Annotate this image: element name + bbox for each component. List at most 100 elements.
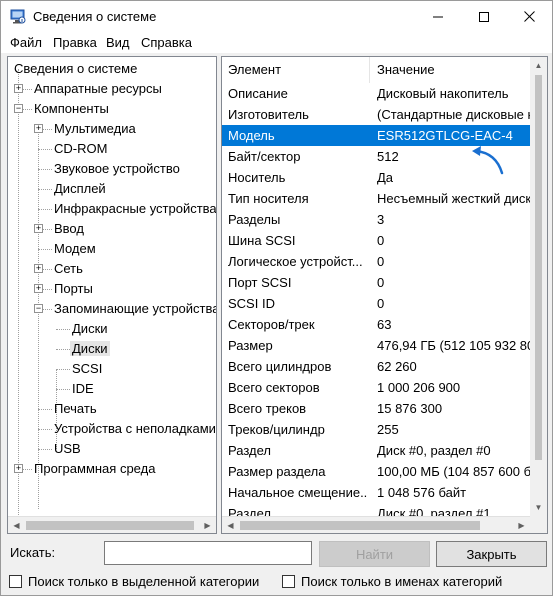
expand-icon[interactable]: +	[14, 464, 23, 473]
maximize-icon	[479, 11, 489, 22]
tree-item-label: Порты	[54, 281, 93, 296]
detail-value: 0	[377, 233, 385, 248]
detail-element: Раздел	[228, 443, 271, 458]
tree-item-label: Сеть	[54, 261, 83, 276]
column-divider[interactable]	[369, 57, 370, 83]
checkbox-icon[interactable]	[9, 574, 22, 588]
detail-row[interactable]: Всего цилиндров 62 260	[222, 356, 532, 377]
tree-item[interactable]: Модем	[52, 239, 98, 259]
tree-item-label: Программная среда	[34, 461, 156, 476]
detail-row[interactable]: Всего секторов 1 000 206 900	[222, 377, 532, 398]
tree-item[interactable]: Диски	[70, 339, 110, 359]
detail-row[interactable]: Логическое устройст... 0	[222, 251, 532, 272]
tree-item[interactable]: Аппаратные ресурсы	[32, 79, 164, 99]
details-horizontal-scrollbar[interactable]: ◀ ▶	[222, 516, 530, 533]
tree-item[interactable]: Диски	[70, 319, 110, 339]
tree-connector	[18, 69, 19, 527]
expand-icon[interactable]: +	[14, 84, 23, 93]
close-window-button[interactable]	[506, 1, 552, 32]
scroll-left-icon[interactable]: ◀	[8, 517, 25, 533]
detail-row[interactable]: Всего треков 15 876 300	[222, 398, 532, 419]
details-vertical-scrollbar[interactable]: ▲ ▼	[530, 57, 547, 516]
detail-value: 0	[377, 296, 385, 311]
detail-element: Порт SCSI	[228, 275, 292, 290]
tree-item[interactable]: Звуковое устройство	[52, 159, 182, 179]
detail-row[interactable]: Секторов/трек 63	[222, 314, 532, 335]
scroll-down-icon[interactable]: ▼	[530, 499, 547, 516]
tree-item[interactable]: Устройства с неполадками	[52, 419, 216, 439]
tree-item[interactable]: Компоненты	[32, 99, 111, 119]
expand-icon[interactable]: +	[34, 224, 43, 233]
detail-value: Дисковый накопитель	[377, 86, 509, 101]
detail-row[interactable]: Модель ESR512GTLCG-EAC-4	[222, 125, 532, 146]
tree-item[interactable]: Сведения о системе	[12, 59, 139, 79]
scroll-right-icon[interactable]: ▶	[513, 517, 530, 533]
tree-item[interactable]: Печать	[52, 399, 99, 419]
tree-item[interactable]: IDE	[70, 379, 96, 399]
search-category-names-checkbox[interactable]: Поиск только в именах категорий	[282, 573, 502, 589]
checkbox-icon[interactable]	[282, 574, 295, 588]
tree-item[interactable]: Ввод	[52, 219, 86, 239]
menu-help[interactable]: Справка	[141, 35, 192, 50]
detail-row[interactable]: Описание Дисковый накопитель	[222, 83, 532, 104]
expand-icon[interactable]: +	[34, 264, 43, 273]
scroll-up-icon[interactable]: ▲	[530, 57, 547, 74]
detail-value: Да	[377, 170, 394, 185]
menu-edit[interactable]: Правка	[53, 35, 97, 50]
details-scroll-thumb[interactable]	[535, 75, 542, 460]
details-list[interactable]: Элемент Значение Описание Дисковый накопи…	[221, 56, 548, 534]
menu-file[interactable]: Файл	[10, 35, 42, 50]
tree-item[interactable]: Сеть	[52, 259, 85, 279]
tree-item[interactable]: Порты	[52, 279, 95, 299]
detail-row[interactable]: Размер раздела 100,00 МБ (104 857 600 б	[222, 461, 532, 482]
tree-item[interactable]: USB	[52, 439, 83, 459]
detail-value: 0	[377, 254, 385, 269]
minimize-button[interactable]	[415, 1, 461, 32]
collapse-icon[interactable]: −	[34, 304, 43, 313]
detail-row[interactable]: Тип носителя Несъемный жесткий диск	[222, 188, 532, 209]
menu-view[interactable]: Вид	[106, 35, 130, 50]
category-tree[interactable]: Сведения о системе Аппаратные ресурсы + Ком…	[7, 56, 217, 534]
detail-row[interactable]: Начальное смещение... 1 048 576 байт	[222, 482, 532, 503]
column-header-value[interactable]: Значение	[371, 57, 531, 83]
detail-row[interactable]: Порт SCSI 0	[222, 272, 532, 293]
close-button[interactable]: Закрыть	[436, 541, 547, 567]
expand-icon[interactable]: +	[34, 124, 43, 133]
tree-item[interactable]: SCSI	[70, 359, 104, 379]
scroll-right-icon[interactable]: ▶	[199, 517, 216, 533]
tree-connector	[56, 369, 70, 370]
detail-row[interactable]: Размер 476,94 ГБ (512 105 932 80	[222, 335, 532, 356]
tree-connector	[38, 189, 52, 190]
search-selected-category-checkbox[interactable]: Поиск только в выделенной категории	[9, 573, 259, 589]
tree-item[interactable]: Запоминающие устройства	[52, 299, 216, 319]
expand-icon[interactable]: +	[34, 284, 43, 293]
detail-row[interactable]: Треков/цилиндр 255	[222, 419, 532, 440]
detail-value: 15 876 300	[377, 401, 443, 416]
detail-value: Диск #0, раздел #0	[377, 443, 491, 458]
find-button[interactable]: Найти	[319, 541, 430, 567]
tree-item[interactable]: CD-ROM	[52, 139, 109, 159]
search-input[interactable]	[104, 541, 312, 565]
collapse-icon[interactable]: −	[14, 104, 23, 113]
tree-item[interactable]: Дисплей	[52, 179, 108, 199]
detail-element: Треков/цилиндр	[228, 422, 325, 437]
search-label: Искать:	[10, 545, 56, 560]
tree-item[interactable]: Программная среда	[32, 459, 157, 479]
maximize-button[interactable]	[461, 1, 507, 32]
column-header-element[interactable]: Элемент	[222, 57, 369, 83]
details-hscroll-thumb[interactable]	[240, 521, 480, 530]
detail-element: Всего цилиндров	[228, 359, 332, 374]
tree-item[interactable]: Инфракрасные устройства	[52, 199, 216, 219]
tree-horizontal-scrollbar[interactable]: ◀ ▶	[8, 516, 216, 533]
detail-row[interactable]: SCSI ID 0	[222, 293, 532, 314]
detail-element: Всего секторов	[228, 380, 320, 395]
detail-value: ESR512GTLCG-EAC-4	[377, 128, 513, 143]
scroll-left-icon[interactable]: ◀	[222, 517, 239, 533]
tree-item-label: Звуковое устройство	[54, 161, 180, 176]
detail-row[interactable]: Раздел Диск #0, раздел #0	[222, 440, 532, 461]
tree-item[interactable]: Мультимедиа	[52, 119, 138, 139]
detail-row[interactable]: Шина SCSI 0	[222, 230, 532, 251]
tree-scroll-thumb[interactable]	[26, 521, 194, 530]
detail-row[interactable]: Изготовитель (Стандартные дисковые н	[222, 104, 532, 125]
detail-row[interactable]: Разделы 3	[222, 209, 532, 230]
